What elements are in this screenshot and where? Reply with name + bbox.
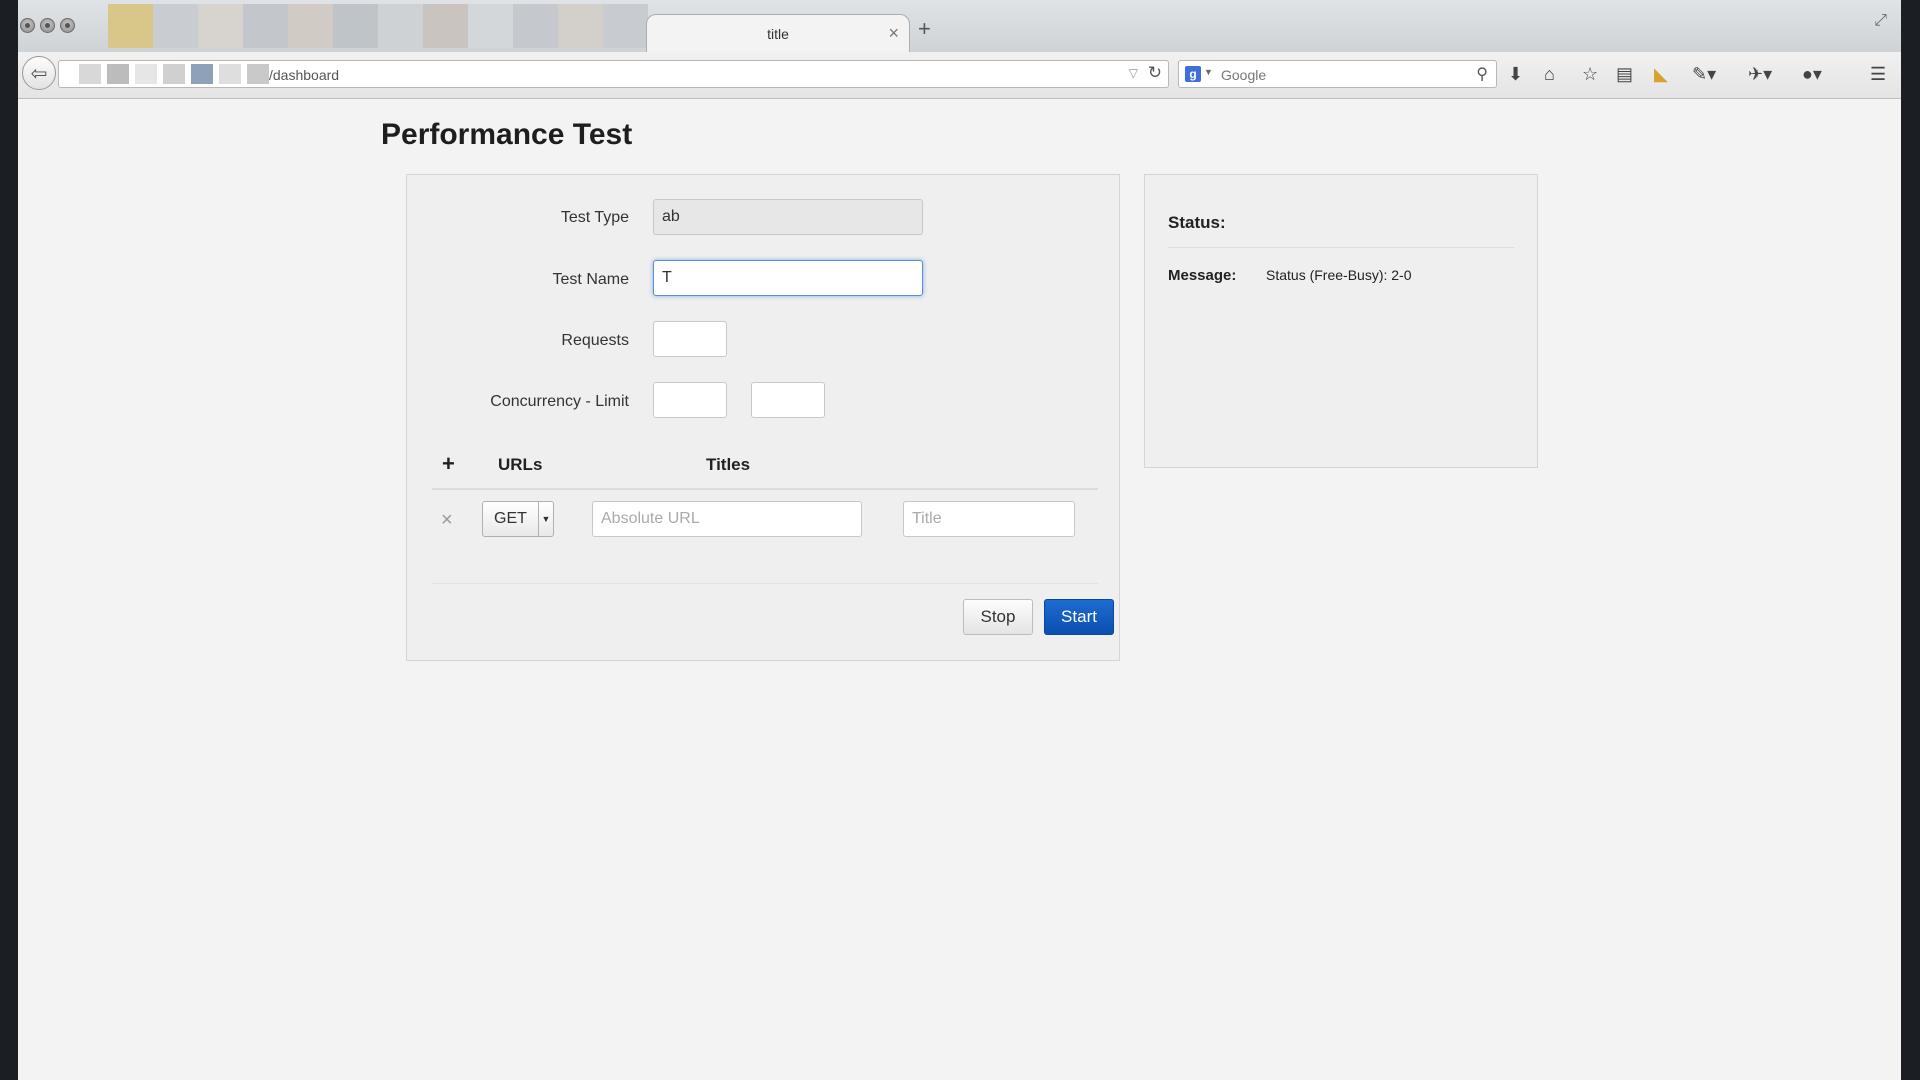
requests-field[interactable] — [653, 321, 727, 357]
page-title: Performance Test — [381, 118, 633, 151]
add-url-button[interactable]: + — [442, 451, 455, 477]
test-type-label: Test Type — [560, 209, 629, 226]
back-button[interactable]: ⇦ — [22, 56, 56, 90]
http-method-select[interactable]: GET ▼ — [482, 501, 554, 537]
back-arrow-icon: ⇦ — [30, 62, 48, 85]
addon-icon[interactable]: ✈▾ — [1748, 64, 1772, 84]
status-message-value: Status (Free-Busy): 2-0 — [1266, 267, 1412, 283]
search-icon[interactable]: ⚲ — [1476, 64, 1488, 84]
url-text: /dashboard — [269, 67, 340, 83]
start-button[interactable]: Start — [1044, 599, 1114, 635]
extension-icon[interactable]: ◣ — [1654, 64, 1668, 84]
remove-url-row-icon[interactable]: × — [441, 509, 453, 532]
status-panel: Status: Message: Status (Free-Busy): 2-0 — [1144, 174, 1538, 468]
status-message-label: Message: — [1168, 267, 1237, 284]
url-bar[interactable]: /dashboard ▽ ↻ — [58, 60, 1169, 88]
chevron-down-icon: ▼ — [538, 502, 553, 536]
eyedropper-icon[interactable]: ✎▾ — [1692, 64, 1716, 84]
absolute-url-field[interactable] — [592, 501, 862, 537]
search-bar[interactable]: g ▼ Google ⚲ — [1178, 60, 1497, 88]
minimize-window-icon[interactable] — [40, 18, 55, 33]
blurred-tabs — [108, 4, 648, 48]
status-divider — [1168, 247, 1514, 248]
profile-icon[interactable]: ●▾ — [1802, 64, 1822, 84]
zoom-window-icon[interactable] — [60, 18, 75, 33]
menu-icon[interactable]: ☰ — [1870, 64, 1886, 84]
concurrency-limit-label: Concurrency - Limit — [490, 393, 629, 410]
http-method-value: GET — [494, 510, 527, 527]
browser-window: title × + ⤢ ⇦ /dashboard ▽ ↻ g ▼ Google … — [18, 0, 1901, 1080]
form-actions-divider — [432, 583, 1098, 584]
new-tab-button[interactable]: + — [918, 16, 931, 42]
reload-icon[interactable]: ↻ — [1148, 63, 1162, 83]
search-placeholder: Google — [1221, 67, 1267, 83]
url-title-field[interactable] — [903, 501, 1075, 537]
fullscreen-icon[interactable]: ⤢ — [1874, 12, 1887, 30]
urls-header-divider — [432, 488, 1098, 490]
navigation-bar: ⇦ /dashboard ▽ ↻ g ▼ Google ⚲ ⬇ ⌂ ☆ ▤ ◣ … — [18, 52, 1901, 99]
close-window-icon[interactable] — [20, 18, 35, 33]
url-history-dropdown-icon[interactable]: ▽ — [1129, 66, 1138, 80]
blurred-url-prefix — [79, 64, 269, 84]
test-form-panel: Test Type Test Name Requests Concurrency… — [406, 174, 1120, 661]
google-icon[interactable]: g — [1185, 66, 1201, 82]
status-title: Status: — [1168, 213, 1226, 232]
titles-header: Titles — [706, 455, 751, 474]
search-engine-dropdown-icon[interactable]: ▼ — [1204, 67, 1213, 77]
tab-strip: title × + ⤢ — [18, 0, 1901, 53]
urls-header: URLs — [498, 455, 543, 474]
tab-active[interactable]: title × — [646, 14, 910, 52]
home-icon[interactable]: ⌂ — [1544, 64, 1555, 84]
test-type-field[interactable] — [653, 199, 923, 235]
test-name-label: Test Name — [552, 271, 629, 288]
reading-list-icon[interactable]: ▤ — [1616, 64, 1633, 84]
test-name-field[interactable] — [653, 260, 923, 296]
download-icon[interactable]: ⬇ — [1508, 64, 1523, 84]
stop-button[interactable]: Stop — [963, 599, 1033, 635]
requests-label: Requests — [561, 332, 629, 349]
tab-close-icon[interactable]: × — [888, 23, 899, 44]
limit-field[interactable] — [751, 382, 825, 418]
bookmark-star-icon[interactable]: ☆ — [1582, 64, 1598, 84]
concurrency-field[interactable] — [653, 382, 727, 418]
tab-title: title — [767, 26, 789, 42]
